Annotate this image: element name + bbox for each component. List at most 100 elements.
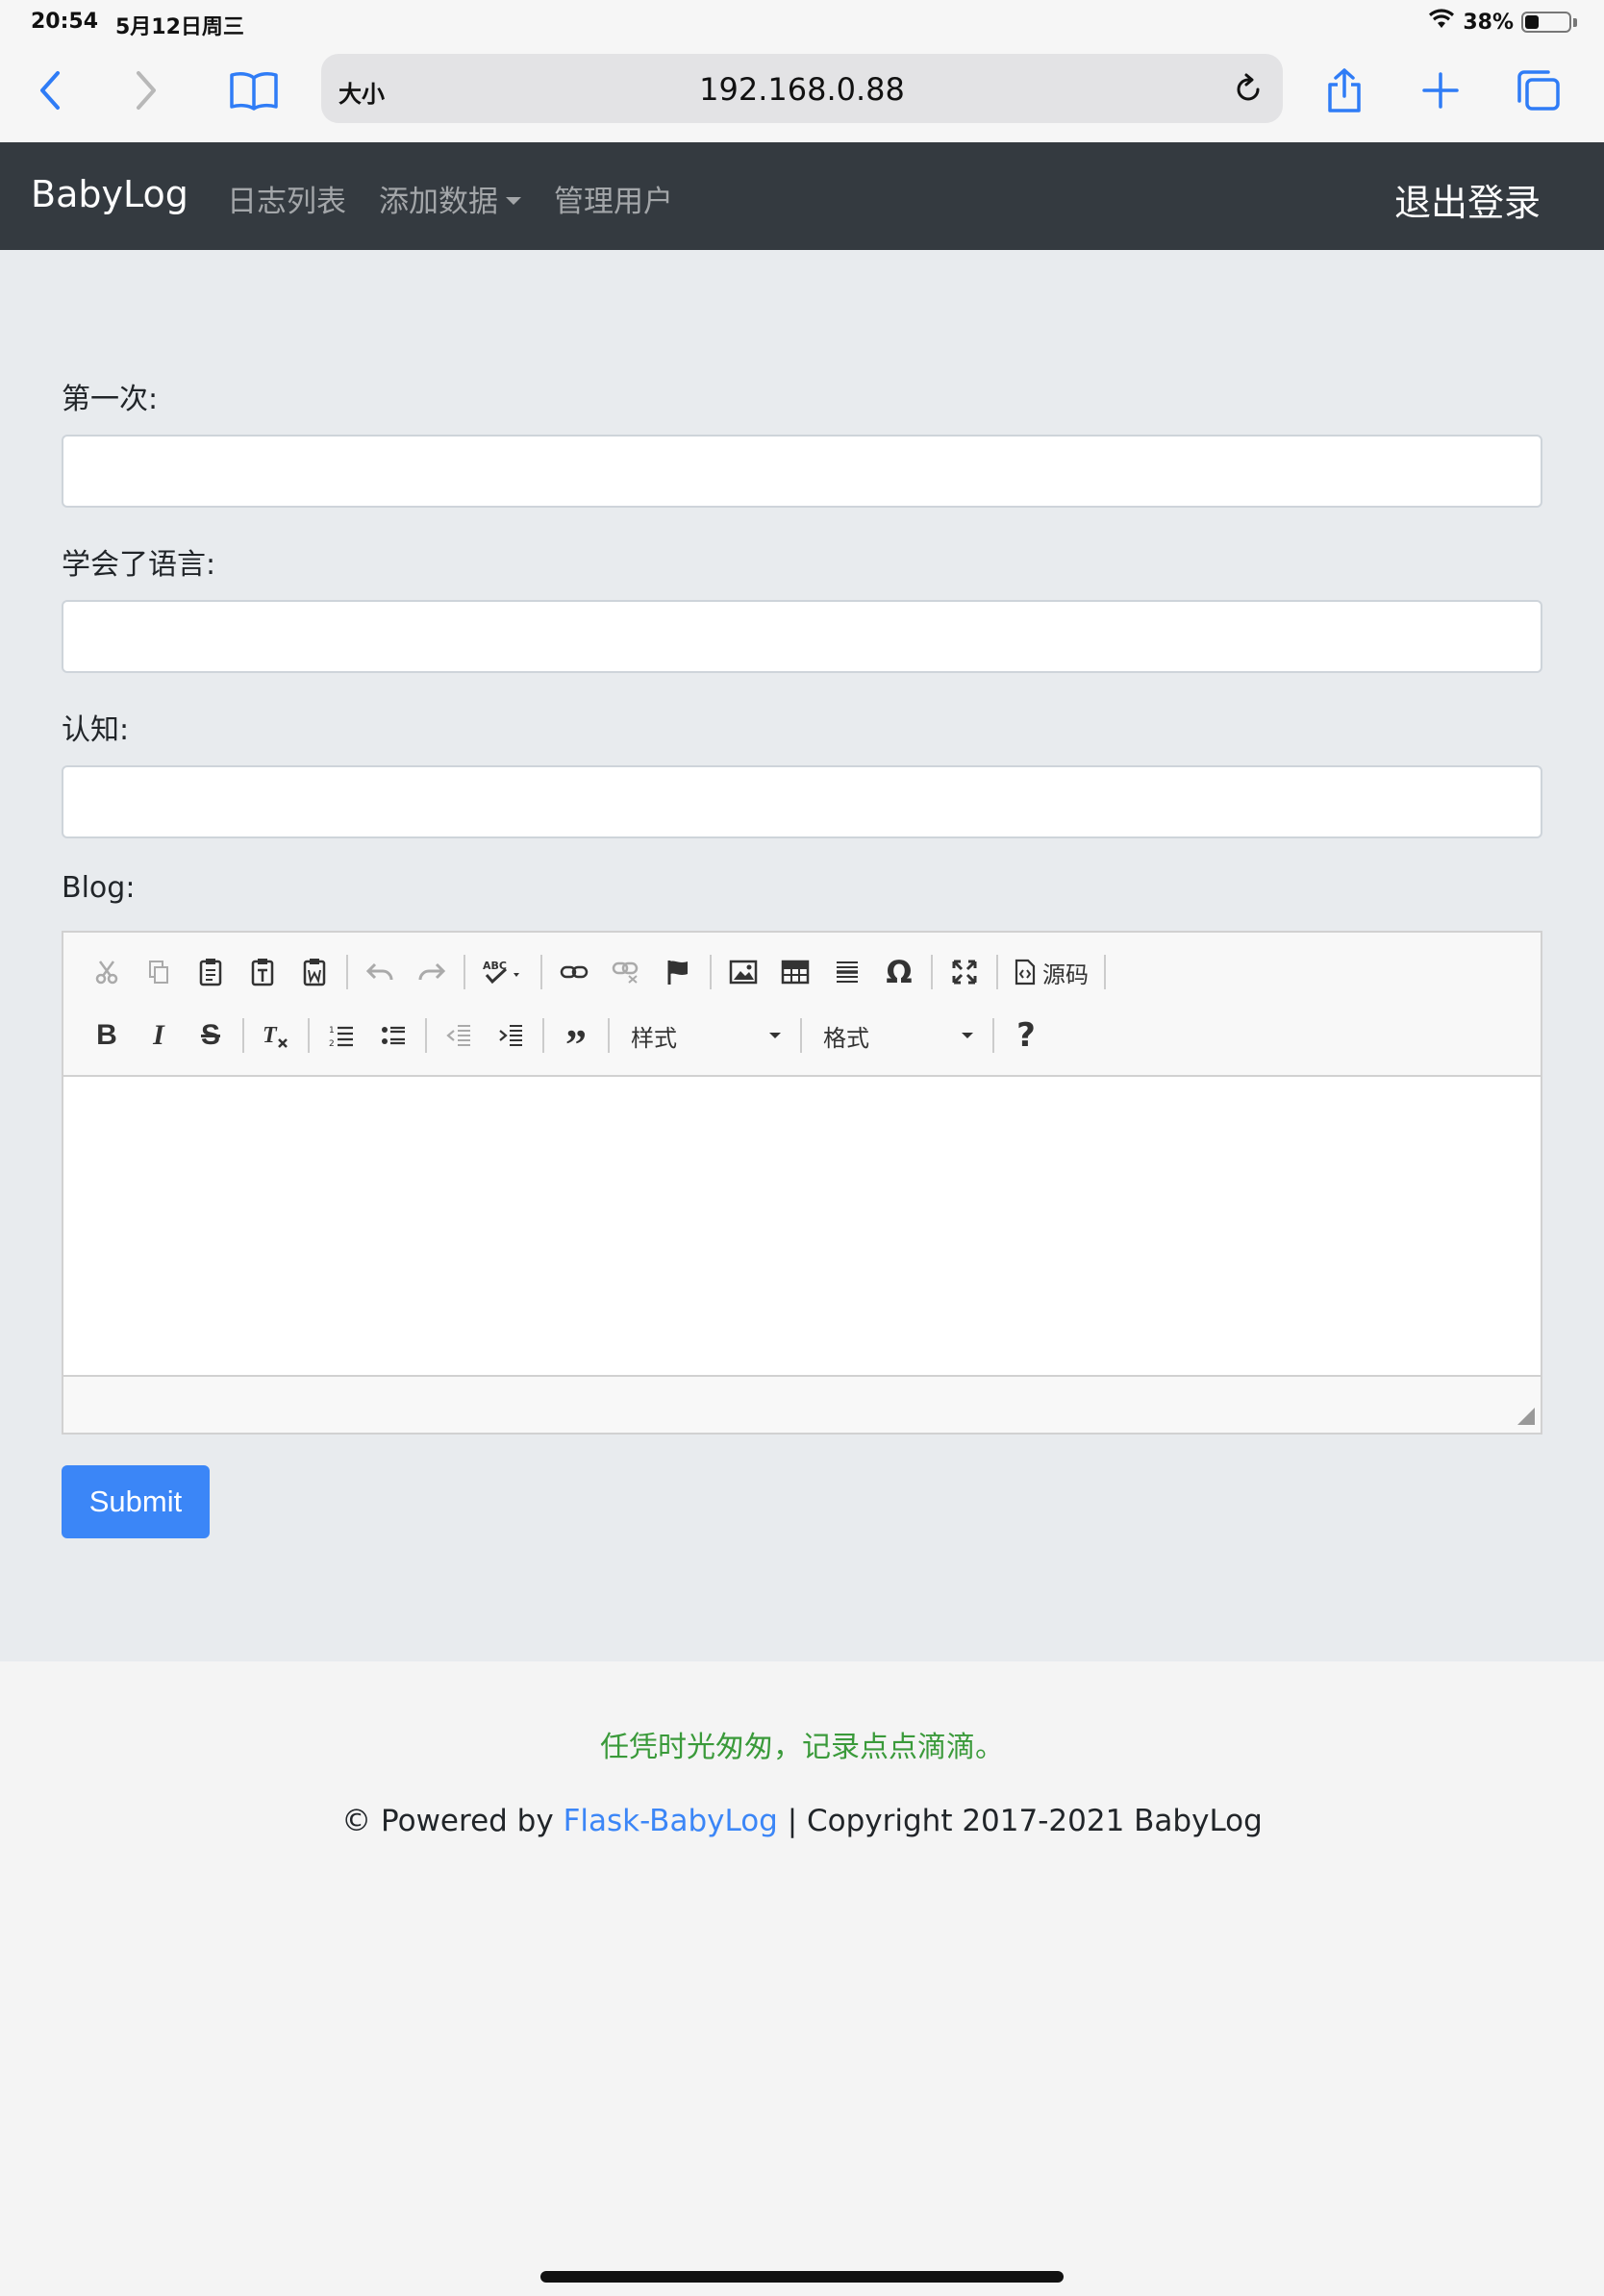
paste-icon[interactable] xyxy=(185,948,237,996)
share-icon[interactable] xyxy=(1316,62,1373,119)
logout-link[interactable]: 退出登录 xyxy=(1394,173,1541,226)
nav-item-label: 添加数据 xyxy=(379,185,498,219)
main-content: 第一次: 学会了语言: 认知: Blog: ABC Ω 源码 B I S T 1… xyxy=(0,250,1604,1661)
toolbar-separator xyxy=(800,1018,802,1053)
horizontal-rule-icon[interactable] xyxy=(821,948,873,996)
bulleted-list-icon[interactable] xyxy=(367,1011,419,1060)
toolbar-separator xyxy=(308,1018,310,1053)
nav-item-manage-users[interactable]: 管理用户 xyxy=(554,177,673,220)
paste-text-icon[interactable] xyxy=(237,948,288,996)
submit-button[interactable]: Submit xyxy=(62,1465,210,1538)
footer-copyright: © Powered by Flask-BabyLog | Copyright 2… xyxy=(0,1804,1604,1838)
format-dropdown[interactable]: 格式 xyxy=(808,1013,987,1058)
address-bar[interactable]: 大小 192.168.0.88 xyxy=(321,54,1283,123)
remove-format-icon[interactable]: T xyxy=(250,1011,302,1060)
toolbar-separator xyxy=(931,955,933,989)
toolbar-separator xyxy=(1104,955,1106,989)
battery-percent: 38% xyxy=(1463,10,1514,35)
first-time-label: 第一次: xyxy=(62,383,159,416)
status-indicators: 38% xyxy=(1428,9,1577,36)
styles-label: 样式 xyxy=(631,1024,677,1052)
nav-item-label: 日志列表 xyxy=(227,185,346,219)
toolbar-separator xyxy=(710,955,712,989)
cognition-label: 认知: xyxy=(62,713,130,747)
browser-toolbar: 大小 192.168.0.88 xyxy=(0,46,1604,142)
blockquote-icon[interactable]: ” xyxy=(550,1011,602,1068)
status-date: 5月12日周三 xyxy=(115,15,244,39)
undo-icon[interactable] xyxy=(354,948,406,996)
brand-link[interactable]: BabyLog xyxy=(31,173,188,215)
toolbar-row-1: ABC Ω 源码 xyxy=(81,948,1112,996)
anchor-flag-icon[interactable] xyxy=(652,948,704,996)
blog-editor: ABC Ω 源码 B I S T 1 2 ” 样式 格式 ? xyxy=(62,931,1542,1435)
spellcheck-icon[interactable]: ABC xyxy=(471,948,535,996)
styles-dropdown[interactable]: 样式 xyxy=(615,1013,794,1058)
unlink-icon[interactable] xyxy=(600,948,652,996)
format-label: 格式 xyxy=(823,1024,869,1052)
wifi-icon xyxy=(1428,9,1455,36)
svg-text:2: 2 xyxy=(329,1039,335,1049)
new-tab-icon[interactable] xyxy=(1412,62,1469,119)
nav-item-add-data-dropdown[interactable]: 添加数据 xyxy=(379,177,521,220)
nav-item-log-list[interactable]: 日志列表 xyxy=(227,177,346,220)
cognition-input[interactable] xyxy=(62,765,1542,838)
bookmarks-icon[interactable] xyxy=(225,62,283,119)
decrease-indent-icon[interactable] xyxy=(433,1011,485,1060)
editor-toolbar: ABC Ω 源码 B I S T 1 2 ” 样式 格式 ? xyxy=(63,933,1541,1075)
site-navbar: BabyLog 日志列表 添加数据 管理用户 退出登录 xyxy=(0,142,1604,250)
language-label: 学会了语言: xyxy=(62,548,216,582)
toolbar-separator xyxy=(540,955,542,989)
toolbar-separator xyxy=(996,955,998,989)
copyright-suffix: | Copyright 2017-2021 BabyLog xyxy=(777,1804,1263,1838)
battery-icon xyxy=(1521,12,1571,33)
forward-icon[interactable] xyxy=(117,62,175,119)
toolbar-separator xyxy=(608,1018,610,1053)
image-icon[interactable] xyxy=(717,948,769,996)
strikethrough-icon[interactable]: S xyxy=(185,1011,237,1060)
source-button[interactable]: 源码 xyxy=(1004,956,1098,989)
caret-down-icon xyxy=(962,1033,973,1038)
redo-icon[interactable] xyxy=(406,948,458,996)
svg-text:T: T xyxy=(263,1023,278,1048)
toolbar-separator xyxy=(425,1018,427,1053)
battery-tip xyxy=(1573,17,1577,27)
link-icon[interactable] xyxy=(548,948,600,996)
back-icon[interactable] xyxy=(21,62,79,119)
status-bar: 20:54 5月12日周三 38% xyxy=(0,0,1604,46)
toolbar-separator xyxy=(346,955,348,989)
toolbar-row-2: B I S T 12 ” 样式 格式 ? xyxy=(81,1011,1052,1068)
first-time-input[interactable] xyxy=(62,435,1542,508)
svg-text:1: 1 xyxy=(329,1026,335,1036)
flask-babylog-link[interactable]: Flask-BabyLog xyxy=(564,1804,778,1838)
paste-word-icon[interactable] xyxy=(288,948,340,996)
resize-handle-icon[interactable] xyxy=(1517,1408,1535,1425)
cut-icon[interactable] xyxy=(81,948,133,996)
caret-down-icon xyxy=(769,1033,781,1038)
copyright-prefix: © Powered by xyxy=(341,1804,564,1838)
table-icon[interactable] xyxy=(769,948,821,996)
help-icon[interactable]: ? xyxy=(1000,1011,1052,1060)
nav-item-label: 管理用户 xyxy=(554,185,673,219)
reload-icon[interactable] xyxy=(1225,65,1271,112)
language-input[interactable] xyxy=(62,600,1542,673)
blog-label: Blog: xyxy=(62,871,136,905)
tabs-icon[interactable] xyxy=(1510,62,1567,119)
numbered-list-icon[interactable]: 12 xyxy=(315,1011,367,1060)
home-indicator[interactable] xyxy=(540,2271,1064,2283)
toolbar-separator xyxy=(992,1018,994,1053)
source-label: 源码 xyxy=(1042,961,1089,988)
toolbar-separator xyxy=(542,1018,544,1053)
maximize-icon[interactable] xyxy=(939,948,990,996)
toolbar-separator xyxy=(242,1018,244,1053)
nav-links: 日志列表 添加数据 管理用户 xyxy=(227,177,673,220)
status-time: 20:54 xyxy=(31,10,99,34)
copy-icon[interactable] xyxy=(133,948,185,996)
editor-content-area[interactable] xyxy=(63,1075,1541,1377)
url-text[interactable]: 192.168.0.88 xyxy=(321,71,1283,108)
battery-level xyxy=(1525,15,1540,29)
bold-icon[interactable]: B xyxy=(81,1011,133,1060)
footer-tagline: 任凭时光匆匆，记录点点滴滴。 xyxy=(600,1731,1004,1764)
special-char-icon[interactable]: Ω xyxy=(873,948,925,996)
italic-icon[interactable]: I xyxy=(133,1011,185,1060)
increase-indent-icon[interactable] xyxy=(485,1011,537,1060)
